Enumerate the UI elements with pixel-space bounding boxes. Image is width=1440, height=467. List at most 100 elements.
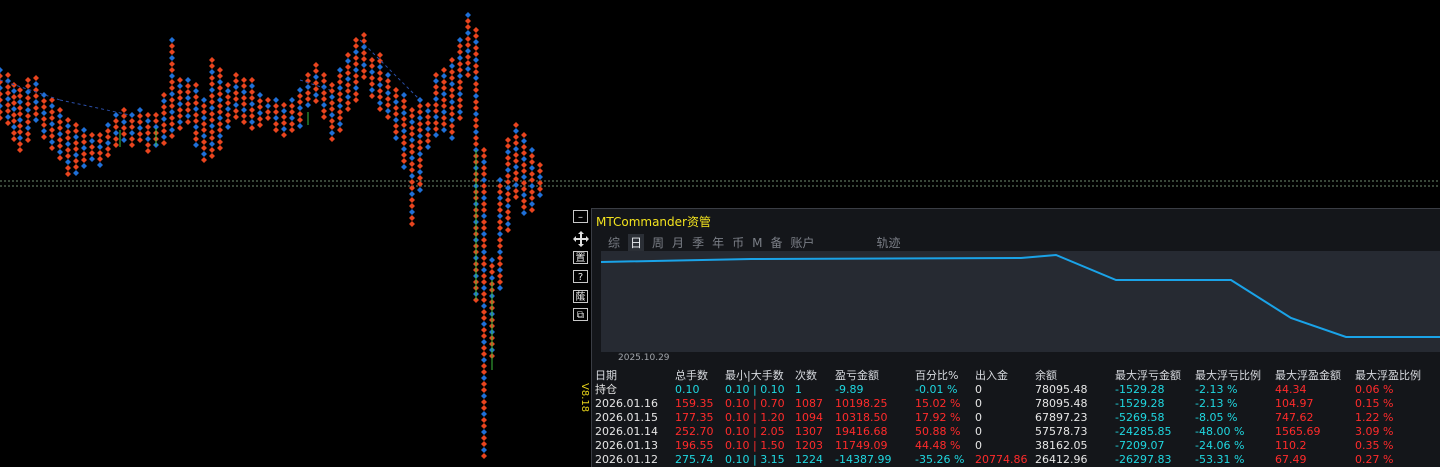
price-mark [489,257,495,263]
price-mark [353,43,359,49]
help-button[interactable]: ? [573,270,588,283]
price-mark [73,152,79,158]
pin-button[interactable]: 置 [573,251,588,264]
price-mark [217,103,223,109]
tab-account[interactable]: 账户 [790,234,814,252]
price-mark [401,164,407,170]
price-mark [73,134,79,140]
stats-cell-count: 1203 [795,439,823,452]
price-mark [385,96,391,102]
price-mark [457,49,463,55]
price-mark [473,39,479,45]
price-mark [489,269,495,275]
stats-cell-max-float-loss: -5269.58 [1115,411,1165,424]
history-button[interactable]: 䕃 [573,290,588,303]
price-mark [81,151,87,157]
header-min-max-lots: 最小|大手数 [725,369,784,382]
price-mark [473,51,479,57]
price-mark [521,162,527,168]
stats-cell-max-float-profit-pct: 0.35 % [1355,439,1394,452]
price-mark [457,37,463,43]
price-mark [73,122,79,128]
price-mark [505,167,511,173]
stats-cell-max-float-loss: -7209.07 [1115,439,1165,452]
price-mark [97,132,103,138]
stats-cell-flow: 20774.86 [975,453,1028,466]
tab-quarter[interactable]: 季 [692,234,704,252]
tab-currency[interactable]: 币 [732,234,744,252]
tab-backup[interactable]: 备 [770,234,782,252]
stats-cell-max-float-loss: -26297.83 [1115,453,1172,466]
price-mark [169,73,175,79]
price-mark [361,44,367,50]
price-mark [193,136,199,142]
price-mark [481,309,487,315]
price-mark [249,89,255,95]
price-mark [105,128,111,134]
price-mark [481,393,487,399]
price-mark [353,97,359,103]
price-mark [201,157,207,163]
tab-week[interactable]: 周 [652,234,664,252]
price-mark [521,144,527,150]
price-mark [129,124,135,130]
price-mark [65,159,71,165]
price-mark [297,105,303,111]
price-mark [513,182,519,188]
price-mark [161,92,167,98]
price-mark [385,84,391,90]
price-mark [233,102,239,108]
price-mark [249,83,255,89]
price-mark [417,175,423,181]
price-mark [521,198,527,204]
price-mark [11,130,17,136]
price-mark [225,106,231,112]
price-mark [233,90,239,96]
price-mark [465,72,471,78]
price-mark [193,118,199,124]
tab-summary[interactable]: 综 [608,234,620,252]
price-mark [257,92,263,98]
price-mark [409,143,415,149]
price-mark [121,119,127,125]
price-mark [0,85,3,91]
window-button[interactable]: ⧉ [573,308,588,321]
stats-row: 持仓 0.10 0.10 | 0.10 1 -9.89 -0.01 % 0 78095.48 -… [595,383,1435,397]
price-mark [201,121,207,127]
price-mark [521,150,527,156]
price-mark [505,161,511,167]
price-mark [33,93,39,99]
price-mark [185,77,191,83]
price-mark [81,139,87,145]
tab-day[interactable]: 日 [628,234,645,252]
stats-cell-pct: 15.02 % [915,397,961,410]
price-mark [337,67,343,73]
stats-cell-flow: 0 [975,411,982,424]
price-mark [449,123,455,129]
price-mark [89,132,95,138]
tab-month[interactable]: 月 [672,234,684,252]
price-mark [81,157,87,163]
price-mark [505,209,511,215]
price-mark [49,109,55,115]
minimize-button[interactable]: – [573,210,588,223]
price-mark [537,186,543,192]
price-mark [145,124,151,130]
move-icon[interactable] [572,231,590,247]
tab-year[interactable]: 年 [712,234,724,252]
price-mark [497,213,503,219]
price-mark [497,255,503,261]
price-mark [537,168,543,174]
price-mark [385,102,391,108]
price-mark [377,100,383,106]
price-mark [457,85,463,91]
tab-m[interactable]: M [752,234,762,252]
tab-track[interactable]: 轨迹 [877,234,901,252]
price-mark [473,45,479,51]
stats-row: 2026.01.12 275.74 0.10 | 3.15 1224 -14387.99… [595,453,1435,467]
price-mark [65,153,71,159]
price-mark [225,124,231,130]
header-pnl: 盈亏金额 [835,369,879,382]
price-mark [201,109,207,115]
price-mark [25,125,31,131]
